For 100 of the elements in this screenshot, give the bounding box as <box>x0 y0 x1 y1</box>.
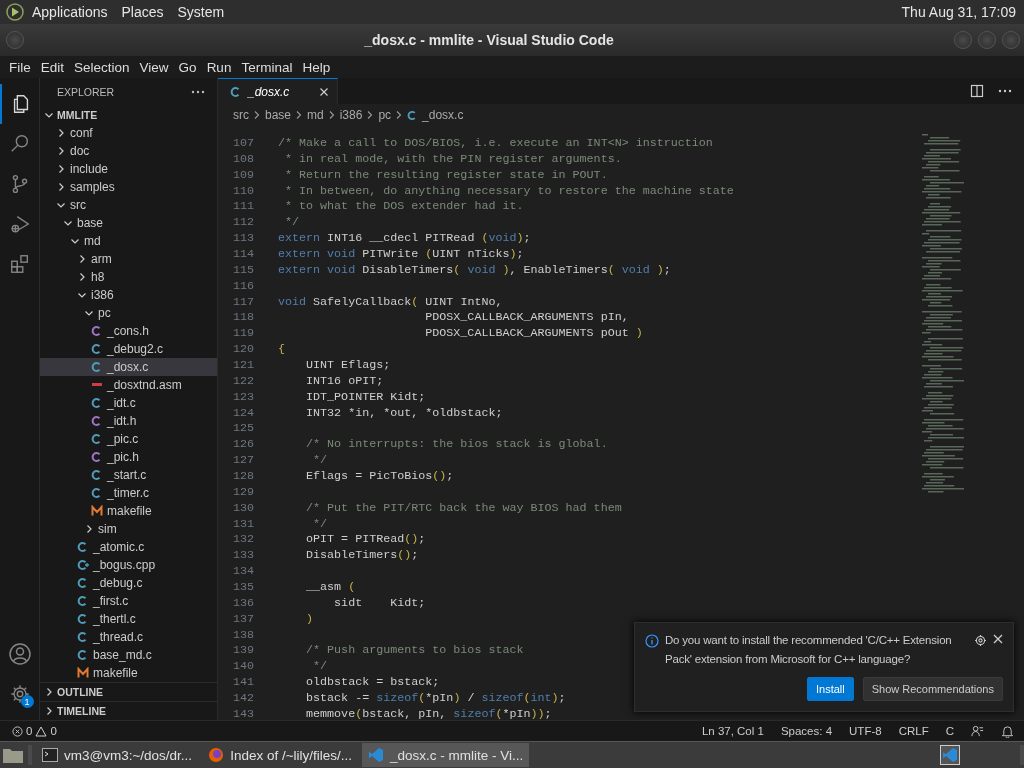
source-tree-entry[interactable]: _thertl.c <box>40 610 217 628</box>
cpp-file-icon <box>77 559 89 571</box>
source-tree-entry[interactable]: base_md.c <box>40 646 217 664</box>
editor-tab[interactable]: _dosx.c <box>218 78 339 104</box>
source-tree-entry[interactable]: _dosxtnd.asm <box>40 376 217 394</box>
status-item[interactable]: UTF-8 <box>849 725 882 737</box>
source-tree-entry[interactable]: _bogus.cpp <box>40 556 217 574</box>
project-folder[interactable]: MMLITE <box>40 106 217 124</box>
folder-tree-entry[interactable]: arm <box>40 250 217 268</box>
source-tree-entry[interactable]: _dosx.c <box>40 358 217 376</box>
source-tree-entry[interactable]: makefile <box>40 502 217 520</box>
install-button[interactable]: Install <box>806 677 854 701</box>
taskbar-item[interactable]: _dosx.c - mmlite - Vi... <box>362 743 530 767</box>
code-line: /* Put the PIT/RTC back the way BIOS had them <box>305 500 622 515</box>
play-logo-icon[interactable] <box>6 3 24 21</box>
code-editor-tray-icon[interactable] <box>940 745 960 765</box>
breadcrumb[interactable]: md <box>307 108 324 122</box>
code-line: */ <box>312 516 328 531</box>
folder-tree-entry[interactable]: samples <box>40 178 217 196</box>
source-tree-entry[interactable]: _pic.c <box>40 430 217 448</box>
warning-icon[interactable] <box>35 725 48 737</box>
menu-item[interactable]: Terminal <box>236 59 298 75</box>
folder-tree-entry[interactable]: src <box>40 196 217 214</box>
folder-icon[interactable] <box>2 746 24 764</box>
c-file-icon <box>91 433 103 445</box>
error-count[interactable]: 0 <box>26 725 33 737</box>
feedback-icon[interactable] <box>971 724 984 738</box>
settings-icon[interactable] <box>974 634 987 647</box>
settings-icon[interactable] <box>8 683 31 705</box>
code-line: * in real mode, with the PIN register arguments. <box>284 151 622 166</box>
menu-item[interactable]: Help <box>297 59 336 75</box>
error-icon[interactable] <box>12 725 23 737</box>
code-line: * to what the DOS extender had it. <box>284 199 524 214</box>
source-tree-entry[interactable]: _timer.c <box>40 484 217 502</box>
taskbar-item[interactable]: vm3@vm3:~/dos/dr... <box>36 743 199 767</box>
folder-tree-entry[interactable]: i386 <box>40 286 217 304</box>
more-icon[interactable] <box>191 90 205 94</box>
breadcrumb[interactable]: pc <box>378 108 392 122</box>
source-tree-entry[interactable]: _thread.c <box>40 628 217 646</box>
status-item[interactable]: Spaces: 4 <box>780 725 833 737</box>
minimap-drawing[interactable] <box>920 134 964 494</box>
close-icon[interactable] <box>993 634 1003 644</box>
menu-item[interactable]: Selection <box>69 59 135 75</box>
status-item[interactable]: C <box>945 725 954 737</box>
line-number: 138 <box>231 627 254 642</box>
source-tree-entry[interactable]: makefile <box>40 664 217 682</box>
menu-item[interactable]: Edit <box>35 59 70 75</box>
source-tree-entry[interactable]: _idt.c <box>40 394 217 412</box>
source-tree-entry[interactable]: _debug.c <box>40 574 217 592</box>
breadcrumb[interactable]: src <box>233 108 249 122</box>
folder-tree-entry[interactable]: doc <box>40 142 217 160</box>
close-icon[interactable] <box>319 86 330 97</box>
folder-tree-entry[interactable]: include <box>40 160 217 178</box>
panel-menu[interactable]: System <box>177 4 225 20</box>
menu-item[interactable]: Run <box>201 59 237 75</box>
breadcrumb[interactable]: _dosx.c <box>422 108 464 122</box>
source-tree-entry[interactable]: _debug2.c <box>40 340 217 358</box>
status-item[interactable]: Ln 37, Col 1 <box>701 725 764 737</box>
folder-tree-entry[interactable]: md <box>40 232 217 250</box>
source-tree-entry[interactable]: _atomic.c <box>40 538 217 556</box>
folder-tree-entry[interactable]: h8 <box>40 268 217 286</box>
panel-section-header[interactable]: OUTLINE <box>40 682 217 701</box>
source-tree-entry[interactable]: _cons.h <box>40 322 217 340</box>
line-number: 141 <box>231 675 254 690</box>
code-line: INT16 oPIT; <box>305 373 384 388</box>
status-item[interactable]: CRLF <box>898 725 929 737</box>
menu-item[interactable]: View <box>134 59 174 75</box>
bell-icon[interactable] <box>1001 724 1014 738</box>
split-editor-icon[interactable] <box>970 84 984 98</box>
line-number: 128 <box>231 468 254 483</box>
line-number: 114 <box>231 246 254 261</box>
panel-menu[interactable]: Places <box>121 4 164 20</box>
panel-menu[interactable]: Applications <box>32 4 108 20</box>
account-icon[interactable] <box>7 642 32 666</box>
c-file-icon <box>77 649 89 661</box>
c-file-icon <box>77 613 89 625</box>
clock[interactable]: Thu Aug 31, 17:09 <box>901 4 1016 20</box>
more-icon[interactable] <box>998 89 1012 93</box>
chevron-icon <box>84 524 94 534</box>
breadcrumb[interactable]: base <box>265 108 292 122</box>
code-line: * In between, do anything necessary to restore the machine state <box>284 183 734 198</box>
taskbar-item[interactable]: Index of /~lily/files/... <box>202 743 359 767</box>
header-file-icon <box>91 415 103 427</box>
extensions-icon[interactable] <box>8 253 31 275</box>
menu-item[interactable]: File <box>4 59 36 75</box>
source-tree-entry[interactable]: _idt.h <box>40 412 217 430</box>
source-tree-entry[interactable]: _start.c <box>40 466 217 484</box>
source-tree-entry[interactable]: _first.c <box>40 592 217 610</box>
breadcrumb[interactable]: i386 <box>339 108 363 122</box>
source-tree-entry[interactable]: _pic.h <box>40 448 217 466</box>
folder-tree-entry[interactable]: pc <box>40 304 217 322</box>
folder-tree-entry[interactable]: sim <box>40 520 217 538</box>
warning-count[interactable]: 0 <box>50 725 57 737</box>
code-line: DisableTimers(); <box>305 548 419 563</box>
folder-tree-entry[interactable]: base <box>40 214 217 232</box>
notification-badge: 1 <box>20 695 34 708</box>
c-file-icon <box>91 343 103 355</box>
folder-tree-entry[interactable]: conf <box>40 124 217 142</box>
recommendations-button[interactable]: Show Recommendations <box>862 677 1003 701</box>
menu-item[interactable]: Go <box>173 59 202 75</box>
